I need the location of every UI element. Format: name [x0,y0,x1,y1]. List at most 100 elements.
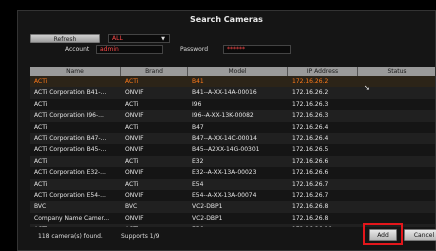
cell-ip: 172.16.26.3 [292,100,329,108]
cell-status [358,156,435,167]
cell-brand: ACTi [125,157,139,165]
table-row[interactable]: ACTi ACTi E32 172.16.26.6 [30,155,435,168]
cell-ip: 172.16.26.6 [292,157,329,165]
table-row[interactable]: ACTi Corporation B47-... ONVIF B47--A-XX-1… [30,132,435,145]
cell-name: ACTi Corporation E54-... [34,191,106,199]
cell-name: ACTi [34,157,48,165]
cell-model: B41 [192,78,204,85]
cell-ip: 172.16.26.4 [292,123,329,131]
column-header-status[interactable]: Status [358,67,435,76]
cell-model: VC2-DBP1 [192,214,223,222]
brand-filter-value: ALL [112,35,123,42]
column-header-model[interactable]: Model [188,67,288,76]
cell-brand: ACTi [125,180,139,188]
account-field[interactable]: admin [96,45,163,54]
cell-name: ACTi [34,100,48,108]
cell-model: E32 [192,157,204,165]
supports-text: Supports 1/9 [121,233,160,240]
mouse-cursor-icon: ➘ [364,84,370,92]
password-label: Password [180,46,209,53]
column-header-brand[interactable]: Brand [121,67,188,76]
table-row[interactable]: ACTi Corporation E32-... ONVIF E32--A-XX-1… [30,167,435,178]
cell-model: B47 [192,123,204,131]
cell-brand: ACTi [125,78,139,85]
cell-ip: 172.16.26.4 [292,134,329,142]
cell-ip: 172.16.26.2 [292,89,329,97]
cell-ip: 172.16.26.7 [292,180,329,188]
cell-ip: 172.16.26.5 [292,146,329,154]
table-row[interactable]: ACTi Corporation E54-... ONVIF E54--A-XX-1… [30,190,435,201]
cell-brand: ACTi [125,123,139,131]
cell-ip: 172.16.26.8 [292,214,329,222]
cell-ip: 172.16.26.8 [292,203,329,211]
cell-name: ACTi Corporation B45-... [34,146,107,154]
cell-name: BVC [34,203,47,211]
cell-model: E54 [192,180,204,188]
cell-name: Company Name Camer... [34,214,110,222]
table-row[interactable]: ACTi Corporation B41-... ONVIF B41--A-XX-1… [30,87,435,99]
table-header: Name Brand Model IP Address Status [30,67,435,76]
cell-status [358,190,435,201]
cell-model: B41--A-XX-14A-00016 [192,89,257,97]
cell-name: ACTi [30,224,121,227]
password-field[interactable]: ****** [223,45,291,54]
cell-model: E56 [188,224,288,227]
cell-model: VC2-DBP1 [192,203,223,211]
cell-brand: ONVIF [125,112,144,120]
cell-model: I96 [192,100,202,108]
cell-ip: 172.16.26.10 [288,224,358,227]
table-row[interactable]: BVC BVC VC2-DBP1 172.16.26.8 [30,201,435,213]
table-row[interactable]: ACTi Corporation B45-... ONVIF B45--A2XX-1… [30,144,435,155]
account-label: Account [65,46,90,53]
cell-model: I96--A-XX-13K-00082 [192,112,254,120]
cell-status [358,133,435,144]
column-header-name[interactable]: Name [30,67,121,76]
dialog-title: Search Cameras [190,15,263,24]
column-header-ip[interactable]: IP Address [288,67,358,76]
cell-name: ACTi [34,180,48,188]
table-row[interactable]: ACTi ACTi B47 172.16.26.4 [30,122,435,133]
cell-model: B47--A-XX-14C-00014 [192,134,257,142]
cancel-button[interactable]: Cancel [404,229,436,241]
cell-model: E54--A-XX-13A-00074 [192,191,257,199]
brand-filter-select[interactable]: ALL ▼ [108,34,170,43]
cell-model: B45--A2XX-14G-00301 [192,146,260,154]
cell-brand: ONVIF [125,191,144,199]
cell-brand: ONVIF [125,169,144,177]
cell-ip: 172.16.26.6 [292,169,329,177]
table-row[interactable]: ACTi ACTi E54 172.16.26.7 [30,178,435,190]
cell-ip: 172.16.26.7 [292,191,329,199]
cell-name: ACTi Corporation I96-... [34,112,104,120]
cell-status [358,201,435,212]
cell-brand: ONVIF [125,134,144,142]
search-cameras-dialog: Search Cameras Refresh ALL ▼ Account adm… [17,10,436,251]
camera-table: Name Brand Model IP Address Status ACTi A… [30,67,435,227]
cell-brand: ONVIF [125,214,144,222]
cell-name: ACTi [34,78,48,85]
cell-ip: 172.16.26.3 [292,112,329,120]
cell-status [358,110,435,121]
chevron-down-icon: ▼ [161,36,165,42]
refresh-button[interactable]: Refresh [30,34,100,43]
cell-name: ACTi Corporation E32-... [34,169,106,177]
add-button[interactable]: Add [369,229,397,241]
found-count-text: 118 camera(s) found. [38,233,103,240]
cell-status [358,144,435,155]
cell-status [358,99,435,110]
cell-brand: ONVIF [125,89,144,97]
cell-name: ACTi Corporation B47-... [34,134,107,142]
table-row[interactable]: ACTi Corporation I96-... ONVIF I96--A-XX-1… [30,110,435,122]
cell-ip: 172.16.26.2 [292,78,329,85]
cell-brand: BVC [125,203,138,211]
cell-brand: ACTi [125,100,139,108]
table-row[interactable]: ACTi ACTi I96 172.16.26.3 [30,99,435,110]
cell-model: E32--A-XX-13A-00023 [192,169,257,177]
cell-status [358,167,435,178]
cell-brand: ACTi [121,224,188,227]
cell-name: ACTi Corporation B41-... [34,89,107,97]
table-row[interactable]: ACTi ACTi B41 172.16.26.2 [30,76,435,88]
cell-status [358,122,435,133]
table-body: ACTi ACTi B41 172.16.26.2 ACTi Corporation B… [30,76,435,227]
cell-brand: ONVIF [125,146,144,154]
cell-status [358,179,435,190]
